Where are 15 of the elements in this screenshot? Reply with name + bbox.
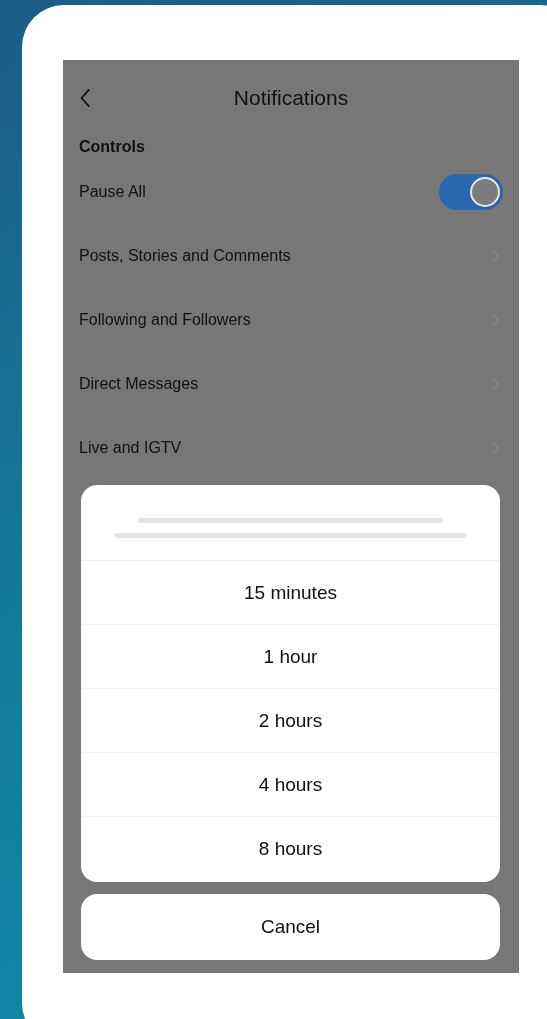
setting-label: Posts, Stories and Comments: [79, 247, 291, 265]
duration-option[interactable]: 1 hour: [81, 625, 500, 689]
duration-option[interactable]: 15 minutes: [81, 561, 500, 625]
cancel-button[interactable]: Cancel: [81, 894, 500, 960]
duration-option[interactable]: 8 hours: [81, 817, 500, 881]
setting-label: Pause All: [79, 183, 146, 201]
duration-option[interactable]: 2 hours: [81, 689, 500, 753]
back-icon[interactable]: [79, 87, 91, 109]
setting-label: Live and IGTV: [79, 439, 182, 457]
setting-label: Following and Followers: [79, 311, 251, 329]
toggle-switch[interactable]: [439, 174, 503, 210]
section-title: Controls: [78, 138, 146, 156]
screen-title: Notifications: [233, 86, 349, 110]
setting-label: Direct Messages: [79, 375, 199, 393]
duration-option[interactable]: 4 hours: [81, 753, 500, 817]
